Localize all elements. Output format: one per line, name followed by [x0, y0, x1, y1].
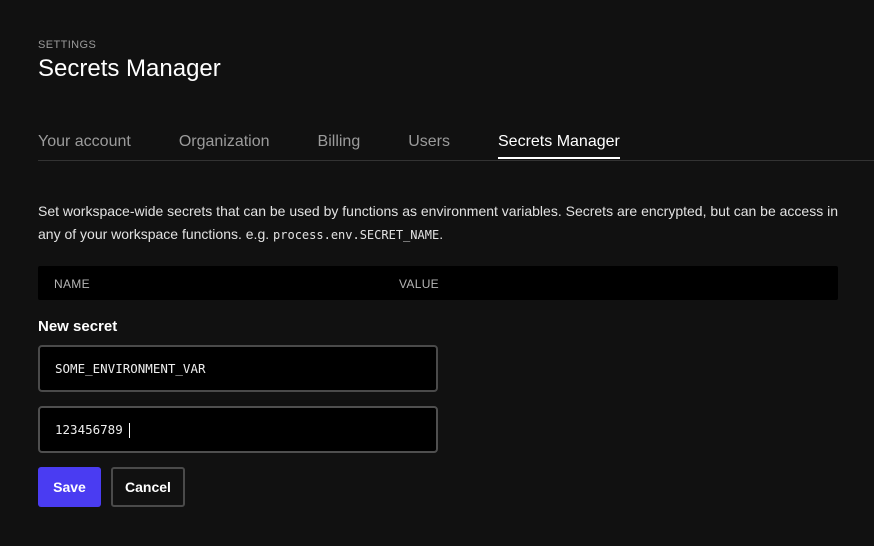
description-code-example: process.env.SECRET_NAME	[273, 227, 440, 242]
save-button[interactable]: Save	[38, 467, 101, 507]
secret-value-field	[38, 406, 438, 453]
settings-page: SETTINGS Secrets Manager Your account Or…	[38, 0, 874, 546]
new-secret-title: New secret	[38, 318, 118, 335]
cancel-button[interactable]: Cancel	[111, 467, 185, 507]
column-header-name: NAME	[54, 277, 90, 291]
tab-secrets-manager[interactable]: Secrets Manager	[498, 129, 620, 159]
tab-users[interactable]: Users	[408, 129, 450, 159]
secret-name-input[interactable]	[40, 347, 436, 390]
section-eyebrow: SETTINGS	[38, 39, 97, 51]
secret-value-input[interactable]	[40, 408, 436, 451]
secrets-table-header: NAME VALUE	[38, 266, 838, 300]
settings-tabs: Your account Organization Billing Users …	[38, 129, 874, 161]
tab-organization[interactable]: Organization	[179, 129, 270, 159]
page-title: Secrets Manager	[38, 55, 221, 82]
tab-billing[interactable]: Billing	[318, 129, 361, 159]
text-caret	[129, 423, 130, 438]
secrets-description: Set workspace-wide secrets that can be u…	[38, 200, 848, 246]
description-suffix: .	[439, 225, 444, 242]
secret-name-field	[38, 345, 438, 392]
tab-your-account[interactable]: Your account	[38, 129, 131, 159]
column-header-value: VALUE	[399, 277, 439, 291]
